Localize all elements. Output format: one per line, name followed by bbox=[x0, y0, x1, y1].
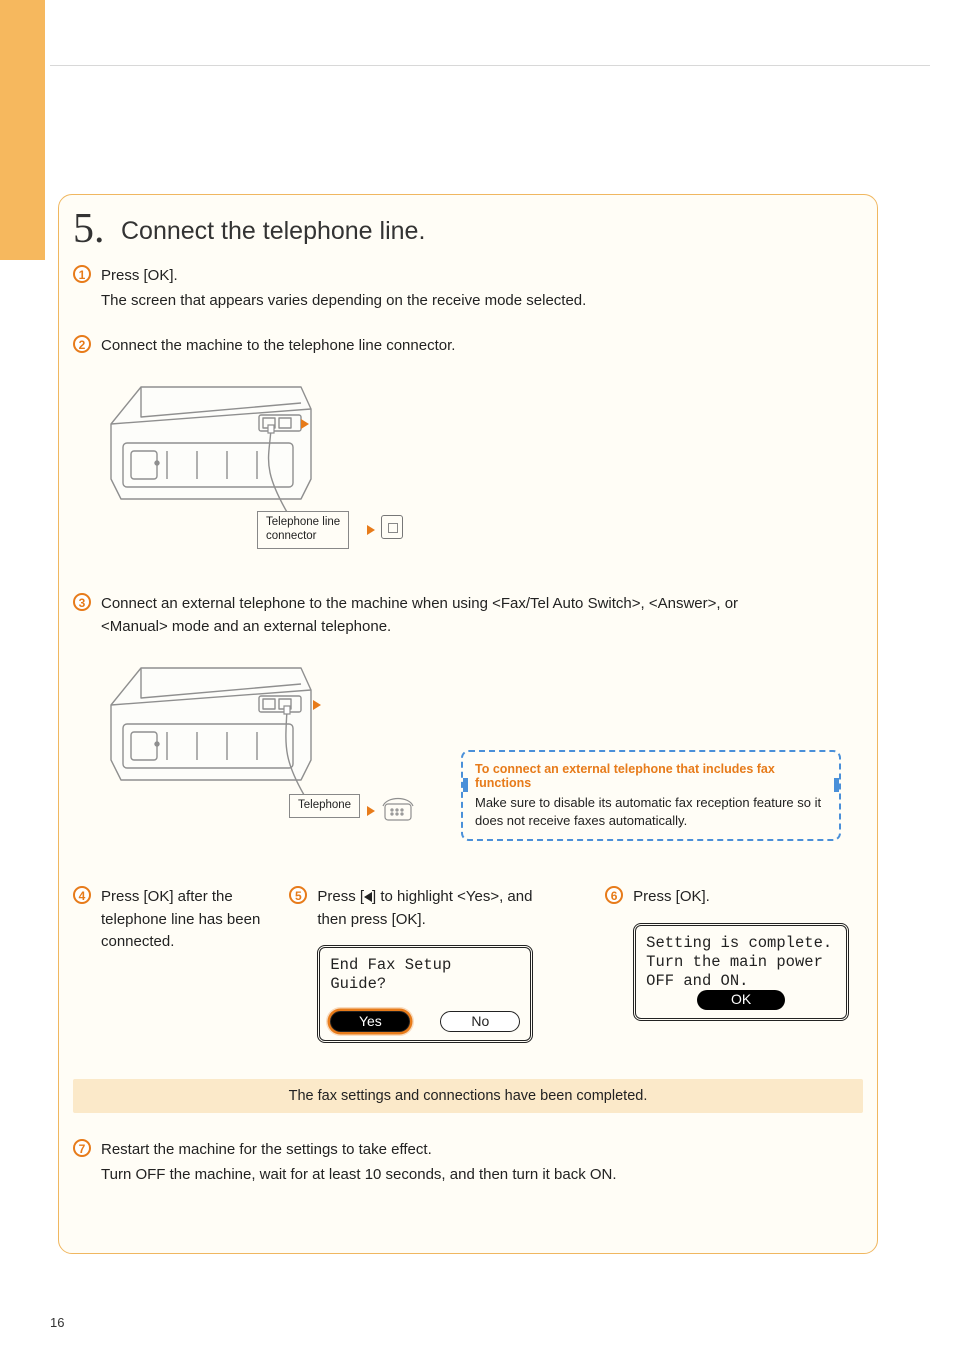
connector-label: Telephone line connector bbox=[257, 511, 349, 549]
lcd-yes-button[interactable]: Yes bbox=[330, 1011, 410, 1033]
completion-banner: The fax settings and connections have be… bbox=[73, 1079, 863, 1113]
printer-illustration bbox=[101, 369, 321, 529]
bullet-6-icon: 6 bbox=[605, 886, 623, 904]
substep-5: 5 Press [] to highlight <Yes>, and then … bbox=[289, 886, 557, 1043]
lcd1-line1: End Fax Setup bbox=[330, 956, 520, 975]
step-panel: 5. Connect the telephone line. 1 Press [… bbox=[58, 194, 878, 1254]
substep-4-text: Press [OK] after the telephone line has … bbox=[101, 886, 271, 954]
lcd-end-fax-setup: End Fax Setup Guide? Yes No bbox=[317, 945, 533, 1043]
callout-box: To connect an external telephone that in… bbox=[461, 750, 841, 841]
arrow-to-jack-icon bbox=[367, 525, 375, 535]
substep-7-text: Restart the machine for the settings to … bbox=[101, 1139, 863, 1162]
telephone-icon bbox=[381, 794, 417, 826]
bullet-7-icon: 7 bbox=[73, 1139, 91, 1157]
diagram-line-connector: Telephone line connector bbox=[101, 365, 421, 575]
page-frame: 5. Connect the telephone line. 1 Press [… bbox=[50, 65, 930, 1300]
lcd-setting-complete: Setting is complete. Turn the main power… bbox=[633, 923, 849, 1021]
substep-4: 4 Press [OK] after the telephone line ha… bbox=[73, 886, 271, 954]
arrow-to-port-2-icon bbox=[313, 700, 321, 710]
telephone-label: Telephone bbox=[289, 794, 360, 818]
bullet-3-icon: 3 bbox=[73, 593, 91, 611]
substep-1-note: The screen that appears varies depending… bbox=[101, 292, 863, 309]
lcd2-line3: OFF and ON. bbox=[646, 972, 836, 991]
lcd1-line2: Guide? bbox=[330, 975, 520, 994]
printer-illustration-2 bbox=[101, 650, 321, 810]
substep-3: 3 Connect an external telephone to the m… bbox=[73, 593, 863, 866]
bullet-2-icon: 2 bbox=[73, 335, 91, 353]
page-number: 16 bbox=[50, 1315, 64, 1330]
substep-1: 1 Press [OK]. The screen that appears va… bbox=[73, 265, 863, 309]
substep-5-text: Press [] to highlight <Yes>, and then pr… bbox=[317, 886, 557, 931]
callout-tick-right-icon bbox=[834, 778, 839, 792]
wall-jack-icon bbox=[381, 515, 403, 539]
left-arrow-key-icon bbox=[364, 892, 372, 902]
step-number: 5. bbox=[73, 205, 105, 253]
bullet-1-icon: 1 bbox=[73, 265, 91, 283]
substep-7-note: Turn OFF the machine, wait for at least … bbox=[101, 1166, 863, 1183]
diagram-external-phone: Telephone To connect an external telepho… bbox=[101, 646, 421, 866]
substep-6-text: Press [OK]. bbox=[633, 886, 863, 909]
callout-title: To connect an external telephone that in… bbox=[475, 762, 827, 790]
bullet-5-icon: 5 bbox=[289, 886, 307, 904]
callout-body: Make sure to disable its automatic fax r… bbox=[475, 794, 827, 829]
substep-2-text: Connect the machine to the telephone lin… bbox=[101, 335, 863, 358]
substep-6: 6 Press [OK]. Setting is complete. Turn … bbox=[605, 886, 863, 1021]
lcd2-line1: Setting is complete. bbox=[646, 934, 836, 953]
substep-3-text: Connect an external telephone to the mac… bbox=[101, 593, 781, 638]
arrow-to-phone-icon bbox=[367, 806, 375, 816]
callout-tick-left-icon bbox=[463, 778, 468, 792]
substep-2: 2 Connect the machine to the telephone l… bbox=[73, 335, 863, 576]
side-tab bbox=[0, 0, 45, 260]
substep-5-text-before: Press [ bbox=[317, 888, 364, 905]
bullet-4-icon: 4 bbox=[73, 886, 91, 904]
arrow-to-port-icon bbox=[301, 419, 309, 429]
substep-row: 4 Press [OK] after the telephone line ha… bbox=[73, 886, 863, 1055]
lcd2-line2: Turn the main power bbox=[646, 953, 836, 972]
substep-1-text: Press [OK]. bbox=[101, 265, 863, 288]
step-title: Connect the telephone line. bbox=[121, 217, 425, 246]
lcd-ok-button[interactable]: OK bbox=[697, 990, 785, 1010]
substep-7: 7 Restart the machine for the settings t… bbox=[73, 1139, 863, 1183]
lcd-no-button[interactable]: No bbox=[440, 1011, 520, 1033]
